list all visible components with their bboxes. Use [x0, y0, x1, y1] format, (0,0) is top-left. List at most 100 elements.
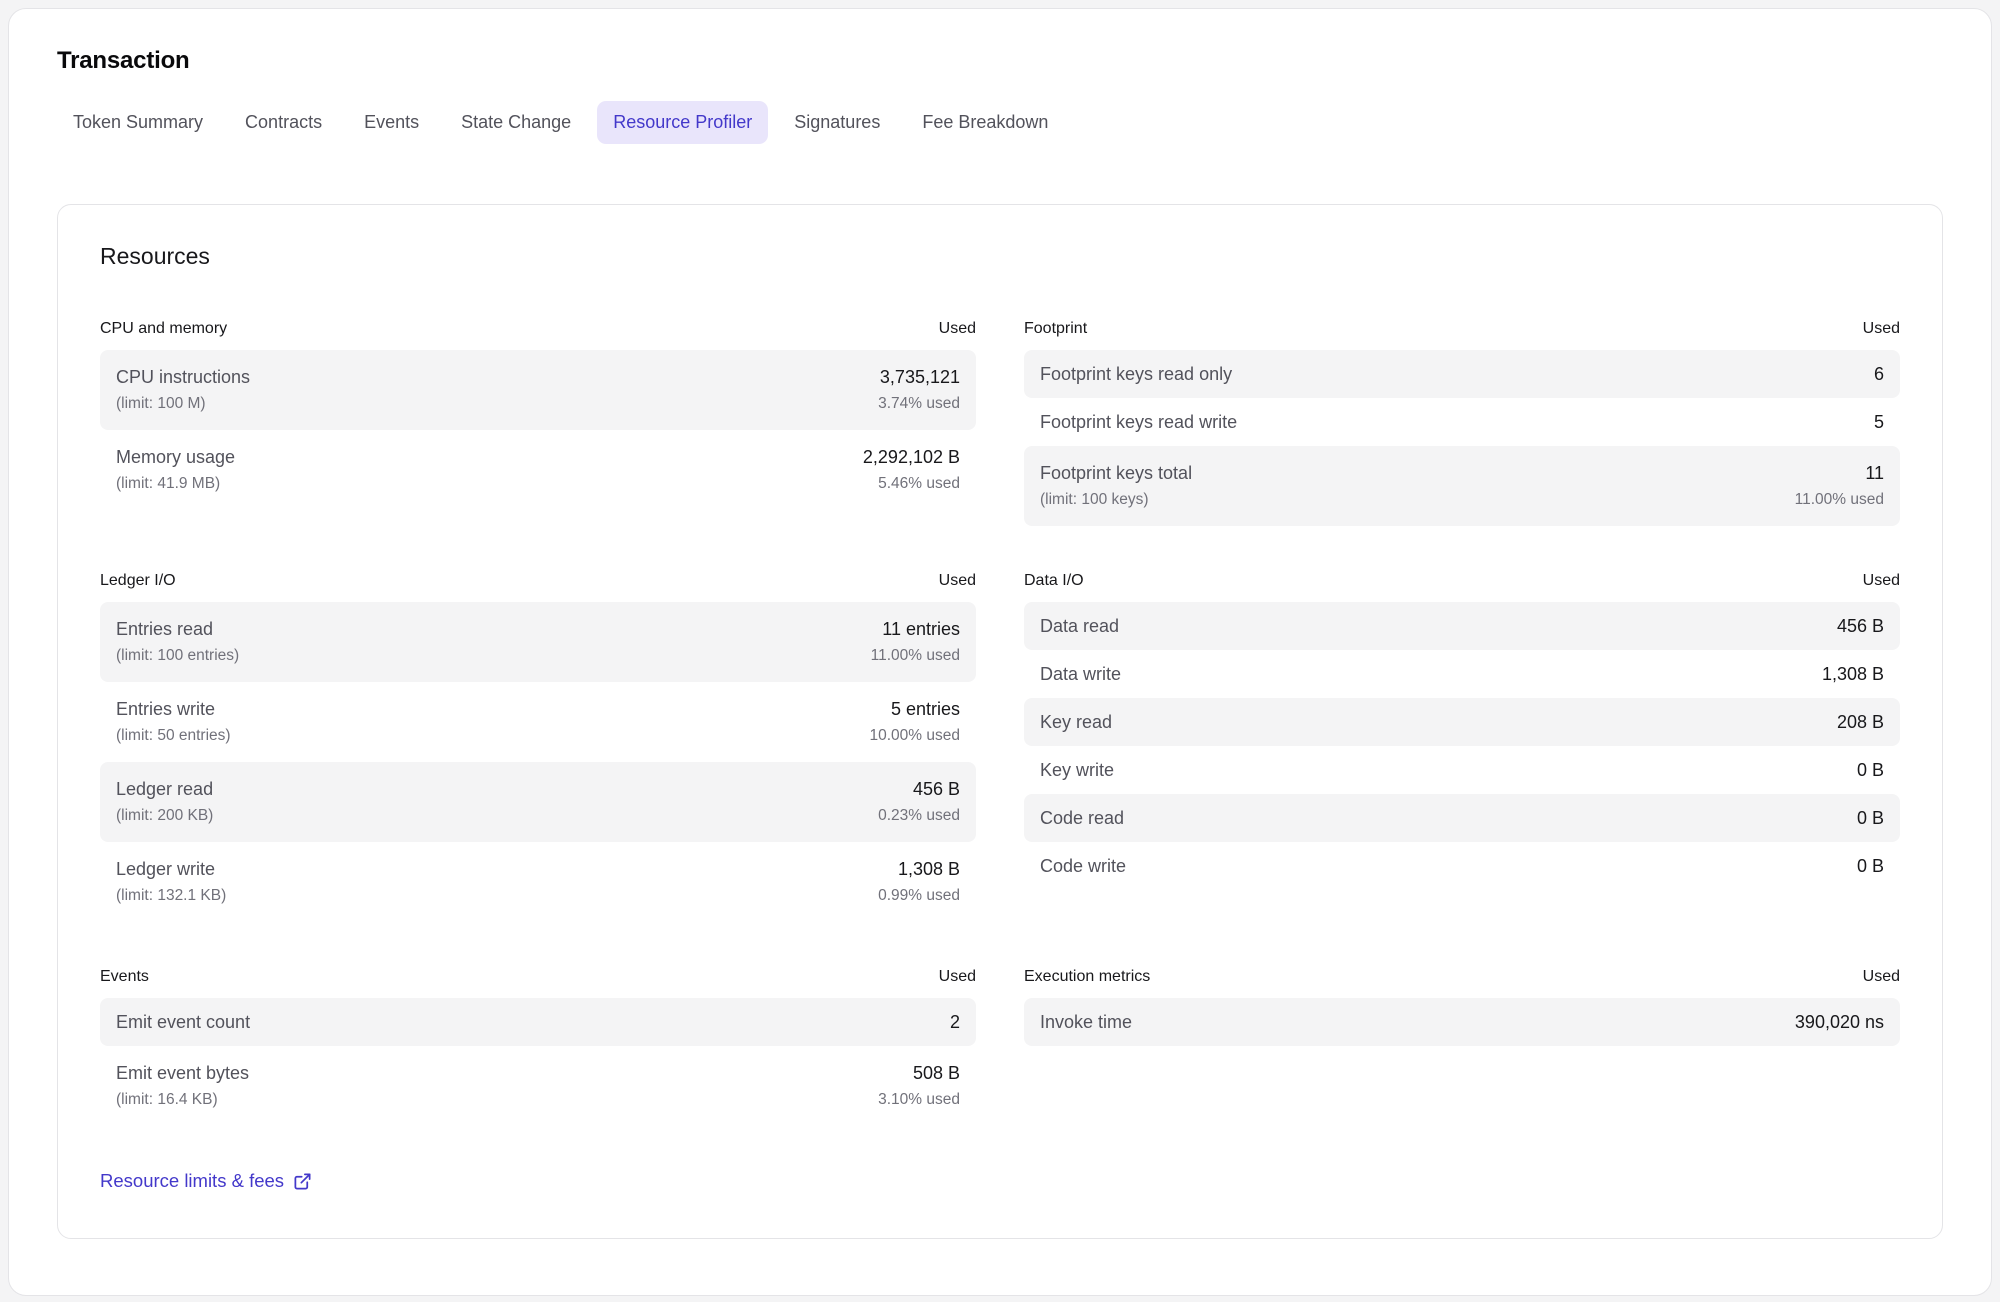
row-label: Footprint keys read write: [1040, 408, 1237, 436]
resource-row-cpu-instructions: CPU instructions(limit: 100 M)3,735,1213…: [100, 350, 976, 430]
row-label: Code read: [1040, 804, 1124, 832]
row-used-percent: 0.99% used: [878, 883, 960, 909]
row-label: Code write: [1040, 852, 1126, 880]
resource-row-entries-write: Entries write(limit: 50 entries)5 entrie…: [100, 682, 976, 762]
resource-row-footprint-keys-read-only: Footprint keys read only 6: [1024, 350, 1900, 398]
row-limit: (limit: 200 KB): [116, 803, 213, 829]
resource-row-data-read: Data read 456 B: [1024, 602, 1900, 650]
resource-row-data-write: Data write 1,308 B: [1024, 650, 1900, 698]
row-used-percent: 5.46% used: [863, 471, 960, 497]
used-column-header: Used: [939, 968, 976, 986]
resource-row-code-read: Code read 0 B: [1024, 794, 1900, 842]
row-label: Footprint keys read only: [1040, 360, 1232, 388]
transaction-header: Transaction Token SummaryContractsEvents…: [9, 9, 1991, 144]
tab-state-change[interactable]: State Change: [445, 101, 587, 144]
transaction-card: Transaction Token SummaryContractsEvents…: [8, 8, 1992, 1296]
row-limit: (limit: 100 keys): [1040, 487, 1192, 513]
resource-row-code-write: Code write 0 B: [1024, 842, 1900, 890]
section-events: EventsUsedEmit event count2Emit event by…: [100, 968, 976, 1126]
row-label: Ledger write: [116, 855, 226, 883]
resources-title: Resources: [100, 243, 1900, 270]
tab-resource-profiler[interactable]: Resource Profiler: [597, 101, 768, 144]
section-cpu-and-memory: CPU and memoryUsedCPU instructions(limit…: [100, 320, 976, 510]
row-value: 1,308 B: [1822, 660, 1884, 688]
row-label: Ledger read: [116, 775, 213, 803]
row-value: 11: [1795, 459, 1884, 487]
section-header: FootprintUsed: [1024, 320, 1900, 350]
resource-limits-fees-label: Resource limits & fees: [100, 1170, 284, 1192]
row-value: 508 B: [878, 1059, 960, 1087]
used-column-header: Used: [939, 572, 976, 590]
resource-row-footprint-keys-read-write: Footprint keys read write 5: [1024, 398, 1900, 446]
used-column-header: Used: [1863, 320, 1900, 338]
row-value: 208 B: [1837, 708, 1884, 736]
row-label: Invoke time: [1040, 1008, 1132, 1036]
resource-row-emit-event-count: Emit event count2: [100, 998, 976, 1046]
section-header: Ledger I/O Used: [100, 572, 976, 602]
row-limit: (limit: 100 entries): [116, 643, 239, 669]
resource-row-entries-read: Entries read(limit: 100 entries) 11 entri…: [100, 602, 976, 682]
resource-row-invoke-time: Invoke time 390,020 ns: [1024, 998, 1900, 1046]
row-value: 3,735,121: [878, 363, 960, 391]
row-value: 2,292,102 B: [863, 443, 960, 471]
resource-row-memory-usage: Memory usage(limit: 41.9 MB) 2,292,102 B5…: [100, 430, 976, 510]
section-title: Ledger I/O: [100, 572, 176, 590]
row-value: 0 B: [1857, 804, 1884, 832]
row-value: 2: [950, 1008, 960, 1036]
row-value: 0 B: [1857, 852, 1884, 880]
used-column-header: Used: [939, 320, 976, 338]
row-label: Footprint keys total: [1040, 459, 1192, 487]
section-header: Execution metricsUsed: [1024, 968, 1900, 998]
tab-fee-breakdown[interactable]: Fee Breakdown: [906, 101, 1064, 144]
page-title: Transaction: [57, 47, 1943, 75]
external-link-icon: [293, 1172, 312, 1191]
row-label: CPU instructions: [116, 363, 250, 391]
tab-contracts[interactable]: Contracts: [229, 101, 338, 144]
section-header: Data I/O Used: [1024, 572, 1900, 602]
row-used-percent: 10.00% used: [870, 723, 961, 749]
row-label: Entries read: [116, 615, 239, 643]
row-value: 456 B: [878, 775, 960, 803]
tab-token-summary[interactable]: Token Summary: [57, 101, 219, 144]
row-value: 6: [1874, 360, 1884, 388]
row-limit: (limit: 16.4 KB): [116, 1087, 249, 1113]
section-title: Data I/O: [1024, 572, 1084, 590]
row-limit: (limit: 132.1 KB): [116, 883, 226, 909]
section-title: CPU and memory: [100, 320, 227, 338]
used-column-header: Used: [1863, 572, 1900, 590]
row-label: Data read: [1040, 612, 1119, 640]
resource-row-key-read: Key read 208 B: [1024, 698, 1900, 746]
row-value: 5: [1874, 408, 1884, 436]
row-value: 390,020 ns: [1795, 1008, 1884, 1036]
resources-panel: Resources CPU and memory Used CPU instruct…: [57, 204, 1943, 1239]
row-label: Key write: [1040, 756, 1114, 784]
row-used-percent: 3.10% used: [878, 1087, 960, 1113]
resource-row-emit-event-bytes: Emit event bytes(limit: 16.4 KB)508 B3.1…: [100, 1046, 976, 1126]
row-used-percent: 11.00% used: [1795, 487, 1884, 513]
section-execution-metrics: Execution metricsUsed Invoke time 390,020 …: [1024, 968, 1900, 1046]
row-used-percent: 0.23% used: [878, 803, 960, 829]
resource-limits-fees-link[interactable]: Resource limits & fees: [100, 1170, 312, 1192]
section-header: EventsUsed: [100, 968, 976, 998]
row-label: Data write: [1040, 660, 1121, 688]
row-label: Key read: [1040, 708, 1112, 736]
row-used-percent: 11.00% used: [871, 643, 960, 669]
row-value: 5 entries: [870, 695, 961, 723]
row-used-percent: 3.74% used: [878, 391, 960, 417]
row-label: Entries write: [116, 695, 231, 723]
row-value: 456 B: [1837, 612, 1884, 640]
tab-signatures[interactable]: Signatures: [778, 101, 896, 144]
resource-row-ledger-write: Ledger write(limit: 132.1 KB) 1,308 B0.99…: [100, 842, 976, 922]
section-data-i-o: Data I/O Used Data read 456 B Data write 1,30…: [1024, 572, 1900, 890]
section-header: CPU and memory Used: [100, 320, 976, 350]
section-ledger-i-o: Ledger I/O Used Entries read(limit: 100 en…: [100, 572, 976, 922]
row-value: 1,308 B: [878, 855, 960, 883]
section-footprint: FootprintUsedFootprint keys read only6Fo…: [1024, 320, 1900, 526]
resource-row-key-write: Key write0 B: [1024, 746, 1900, 794]
tab-events[interactable]: Events: [348, 101, 435, 144]
row-label: Memory usage: [116, 443, 235, 471]
row-limit: (limit: 41.9 MB): [116, 471, 235, 497]
tab-bar: Token SummaryContractsEventsState Change…: [57, 101, 1943, 144]
used-column-header: Used: [1863, 968, 1900, 986]
row-value: 11 entries: [871, 615, 960, 643]
